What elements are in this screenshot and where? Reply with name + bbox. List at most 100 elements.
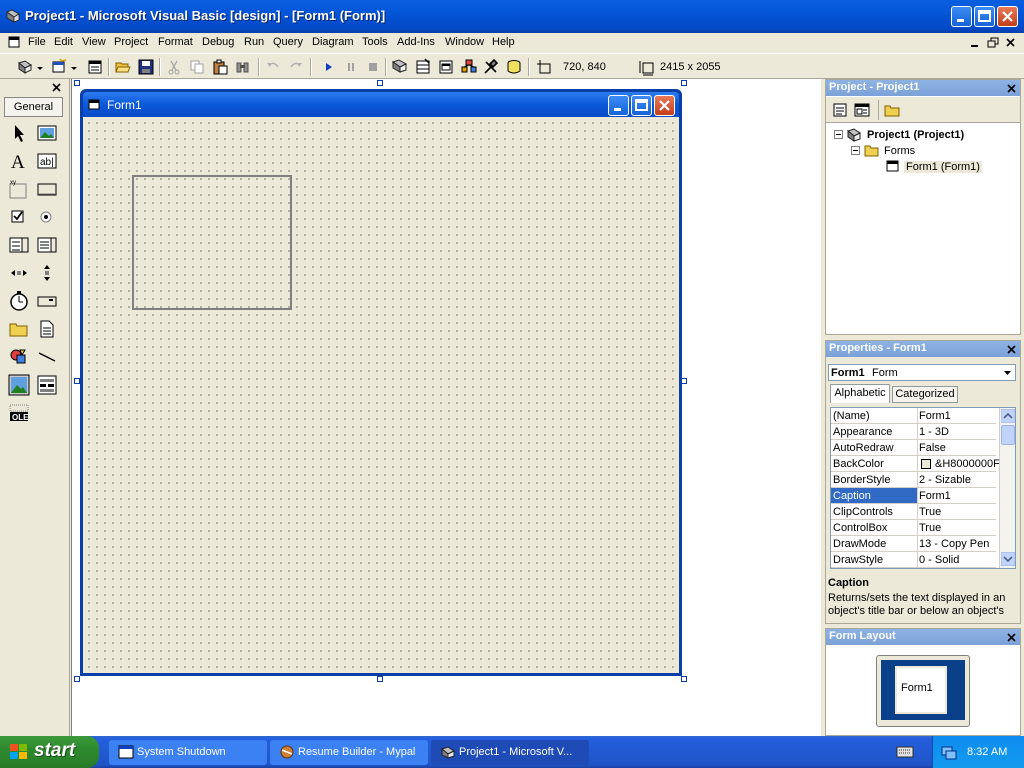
paste-icon[interactable] — [211, 58, 229, 76]
view-code-icon[interactable] — [832, 102, 848, 118]
menu-run[interactable]: Run — [244, 36, 264, 48]
property-row[interactable]: BackColor &H8000000F — [831, 456, 1000, 472]
frame-tool-icon[interactable]: xy — [8, 178, 30, 200]
ole-tool-icon[interactable]: OLE — [8, 402, 30, 424]
drivelistbox-tool-icon[interactable] — [36, 290, 58, 312]
project-explorer-close-icon[interactable] — [1005, 82, 1018, 94]
keyboard-icon[interactable] — [896, 746, 914, 758]
vscrollbar-tool-icon[interactable] — [36, 262, 58, 284]
form1-layout-preview[interactable]: Form1 — [895, 666, 947, 714]
menu-editor-icon[interactable] — [86, 58, 104, 76]
add-form-icon[interactable] — [50, 58, 68, 76]
open-project-icon[interactable] — [114, 58, 132, 76]
drawn-control-rectangle[interactable] — [132, 175, 292, 310]
data-tool-icon[interactable] — [36, 374, 58, 396]
tab-categorized[interactable]: Categorized — [892, 386, 958, 403]
start-button[interactable]: start — [0, 736, 99, 768]
start-run-icon[interactable] — [320, 58, 338, 76]
property-row[interactable]: BorderStyle 2 - Sizable — [831, 472, 996, 488]
menu-add-ins[interactable]: Add-Ins — [397, 36, 435, 48]
form1-client-area[interactable] — [83, 117, 679, 673]
form1-designer[interactable]: Form1 — [80, 89, 682, 676]
taskbar-button-system-shutdown[interactable]: System Shutdown — [109, 740, 267, 765]
form-maximize-button[interactable] — [631, 95, 652, 116]
property-row[interactable]: AutoRedraw False — [831, 440, 996, 456]
timer-tool-icon[interactable] — [8, 290, 30, 312]
resize-handle[interactable] — [377, 676, 383, 682]
minimize-button[interactable] — [951, 6, 972, 27]
tree-collapse-icon[interactable] — [834, 130, 843, 139]
dropdown-arrow-icon[interactable] — [36, 58, 44, 76]
property-row[interactable]: ClipControls True — [831, 504, 996, 520]
add-project-icon[interactable] — [16, 58, 34, 76]
menu-project[interactable]: Project — [114, 36, 148, 48]
property-row-selected[interactable]: Caption Form1 — [831, 488, 996, 504]
picturebox-tool-icon[interactable] — [36, 122, 58, 144]
close-button[interactable] — [997, 6, 1018, 27]
resize-handle[interactable] — [74, 80, 80, 86]
save-project-icon[interactable] — [137, 58, 155, 76]
object-selector-dropdown[interactable]: Form1 Form — [828, 364, 1016, 381]
mdi-close-icon[interactable] — [1004, 36, 1018, 49]
maximize-button[interactable] — [974, 6, 995, 27]
end-icon[interactable] — [364, 58, 382, 76]
listbox-tool-icon[interactable] — [36, 234, 58, 256]
property-row[interactable]: DrawMode 13 - Copy Pen — [831, 536, 996, 552]
chevron-down-icon[interactable] — [1001, 366, 1014, 379]
properties-close-icon[interactable] — [1005, 343, 1018, 355]
data-view-icon[interactable] — [505, 58, 523, 76]
hscrollbar-tool-icon[interactable] — [8, 262, 30, 284]
tree-forms-folder[interactable]: Forms — [884, 145, 915, 157]
checkbox-tool-icon[interactable] — [8, 206, 30, 228]
toolbox-close-icon[interactable] — [50, 81, 63, 93]
textbox-tool-icon[interactable]: ab| — [36, 150, 58, 172]
combobox-tool-icon[interactable] — [8, 234, 30, 256]
menu-format[interactable]: Format — [158, 36, 193, 48]
line-tool-icon[interactable] — [36, 346, 58, 368]
menu-edit[interactable]: Edit — [54, 36, 73, 48]
network-icon[interactable] — [941, 744, 957, 760]
dropdown-arrow-icon[interactable] — [70, 58, 78, 76]
form-minimize-button[interactable] — [608, 95, 629, 116]
toolbox-general-tab[interactable]: General — [4, 97, 63, 117]
toggle-folders-icon[interactable] — [884, 102, 900, 118]
menu-view[interactable]: View — [82, 36, 106, 48]
mdi-minimize-icon[interactable] — [968, 36, 982, 49]
scroll-up-icon[interactable] — [1001, 409, 1015, 423]
taskbar-button-vb-project[interactable]: Project1 - Microsoft V... — [431, 740, 589, 765]
resize-handle[interactable] — [74, 676, 80, 682]
break-icon[interactable] — [342, 58, 360, 76]
property-row[interactable]: DrawStyle 0 - Solid — [831, 552, 996, 568]
taskbar-button-resume-builder[interactable]: Resume Builder - Mypal — [270, 740, 428, 765]
properties-window-icon[interactable] — [414, 58, 432, 76]
form-layout-window-icon[interactable] — [437, 58, 455, 76]
menu-file[interactable]: File — [28, 36, 46, 48]
image-tool-icon[interactable] — [8, 374, 30, 396]
resize-handle[interactable] — [681, 676, 687, 682]
menu-help[interactable]: Help — [492, 36, 515, 48]
cut-icon[interactable] — [165, 58, 183, 76]
menu-tools[interactable]: Tools — [362, 36, 388, 48]
shape-tool-icon[interactable] — [8, 346, 30, 368]
resize-handle[interactable] — [377, 80, 383, 86]
find-icon[interactable] — [234, 58, 252, 76]
filelistbox-tool-icon[interactable] — [36, 318, 58, 340]
object-browser-icon[interactable] — [460, 58, 478, 76]
property-row[interactable]: Appearance 1 - 3D — [831, 424, 996, 440]
label-tool-icon[interactable]: A — [8, 150, 30, 172]
mdi-restore-icon[interactable] — [986, 36, 1000, 49]
property-row[interactable]: ControlBox True — [831, 520, 996, 536]
property-scrollbar[interactable] — [999, 408, 1015, 568]
tab-alphabetic[interactable]: Alphabetic — [830, 384, 890, 403]
view-object-icon[interactable] — [854, 102, 870, 118]
scroll-down-icon[interactable] — [1001, 552, 1015, 566]
tree-project-root[interactable]: Project1 (Project1) — [867, 129, 964, 141]
menu-debug[interactable]: Debug — [202, 36, 234, 48]
form1-title-bar[interactable]: Form1 — [83, 92, 679, 117]
tree-collapse-icon[interactable] — [851, 146, 860, 155]
dirlistbox-tool-icon[interactable] — [8, 318, 30, 340]
project-explorer-icon[interactable] — [391, 58, 409, 76]
form-layout-close-icon[interactable] — [1005, 631, 1018, 643]
scroll-thumb[interactable] — [1001, 425, 1015, 445]
commandbutton-tool-icon[interactable] — [36, 178, 58, 200]
